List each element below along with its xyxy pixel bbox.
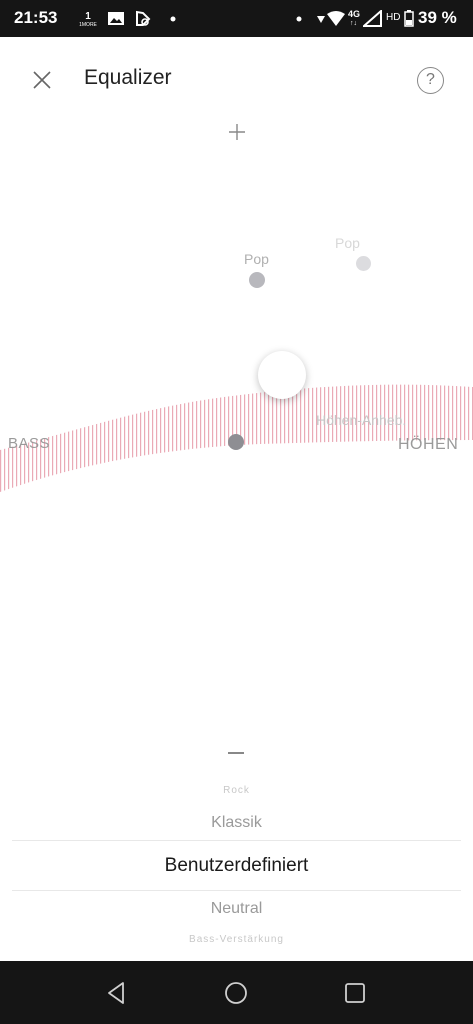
- image-icon: [108, 12, 124, 25]
- picker-divider-top: [12, 840, 461, 841]
- picker-item-bass-verstaerkung[interactable]: Bass-Verstärkung: [0, 934, 473, 945]
- picker-item-neutral[interactable]: Neutral: [0, 900, 473, 918]
- app-icon: [136, 10, 151, 26]
- notification-1more-icon: 1 1MORE: [79, 11, 97, 27]
- hd-label: HD: [386, 12, 401, 23]
- page-title: Equalizer: [84, 66, 172, 89]
- preset-label-pop-2: Pop: [335, 235, 360, 251]
- network-type: 4G: [348, 9, 361, 19]
- preset-label-pop: Pop: [244, 251, 269, 267]
- recents-icon[interactable]: [341, 979, 369, 1007]
- status-bar: 21:53 1 1MORE 4G ↑↓ HD 39 %: [0, 0, 473, 37]
- picker-divider-bottom: [12, 890, 461, 891]
- dot-icon: [170, 16, 176, 22]
- navigation-bar: [0, 961, 473, 1024]
- preset-dot-pop-2[interactable]: [356, 256, 371, 271]
- eq-drag-handle[interactable]: [258, 351, 306, 399]
- picker-item-klassik[interactable]: Klassik: [0, 814, 473, 832]
- battery-icon: [404, 10, 414, 27]
- svg-text:1: 1: [85, 11, 91, 22]
- battery-percent: 39 %: [418, 8, 457, 27]
- current-position-dot: [228, 434, 244, 450]
- home-icon[interactable]: [222, 979, 250, 1007]
- close-icon[interactable]: [28, 66, 56, 94]
- dot-icon: [296, 16, 302, 22]
- wifi-icon: [327, 11, 345, 26]
- picker-item-selected[interactable]: Benutzerdefiniert: [0, 855, 473, 877]
- data-arrows-icon: ↑↓: [350, 20, 357, 27]
- preset-dot-pop[interactable]: [249, 272, 265, 288]
- axis-label-bass: BASS: [8, 435, 51, 452]
- minus-icon: [228, 752, 244, 754]
- help-button[interactable]: ?: [417, 67, 444, 94]
- svg-text:1MORE: 1MORE: [79, 22, 97, 27]
- back-icon[interactable]: [103, 979, 131, 1007]
- signal-icon: [363, 10, 382, 27]
- preset-label-hoehen-anheb: Höhen-Anheb.: [316, 412, 407, 428]
- status-time: 21:53: [14, 8, 58, 27]
- picker-item-rock[interactable]: Rock: [0, 785, 473, 796]
- axis-label-hoehen: HÖHEN: [398, 436, 459, 453]
- help-icon: ?: [426, 71, 435, 88]
